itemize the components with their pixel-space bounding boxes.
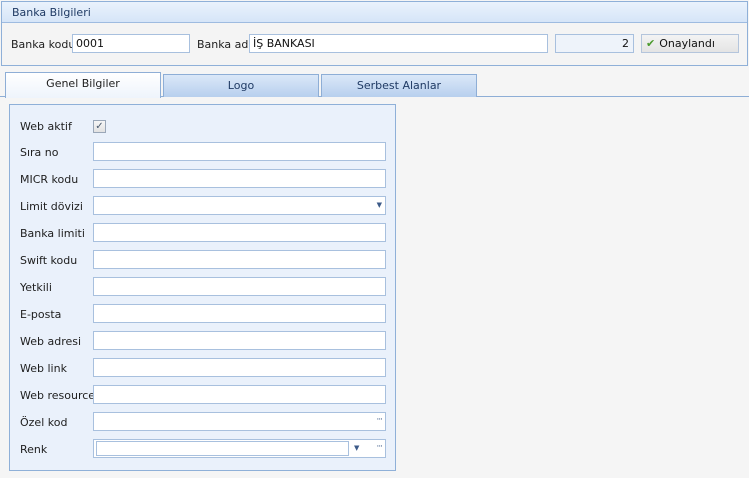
micr-input[interactable] (93, 169, 386, 188)
yetkili-input[interactable] (93, 277, 386, 296)
web-adresi-input[interactable] (93, 331, 386, 350)
record-count-field: 2 (555, 34, 634, 53)
checkmark-icon: ✔ (646, 37, 656, 50)
web-link-input[interactable] (93, 358, 386, 377)
bank-code-input[interactable]: 0001 (72, 34, 190, 53)
swift-input[interactable] (93, 250, 386, 269)
yetkili-label: Yetkili (20, 281, 52, 294)
web-aktif-checkbox[interactable]: ✓ (93, 120, 106, 133)
web-link-label: Web link (20, 362, 67, 375)
dropdown-arrow-icon[interactable]: ▼ (354, 444, 359, 452)
bank-name-label: Banka adı (197, 38, 252, 51)
sira-no-input[interactable] (93, 142, 386, 161)
tab-genel-bilgiler[interactable]: Genel Bilgiler (5, 72, 161, 98)
ellipsis-icon[interactable]: ··· (376, 442, 383, 452)
bank-info-group: Banka Bilgileri Banka kodu 0001 Banka ad… (1, 1, 748, 66)
bank-name-input[interactable]: İŞ BANKASI (249, 34, 548, 53)
tab-serbest-alanlar[interactable]: Serbest Alanlar (321, 74, 477, 97)
renk-label: Renk (20, 443, 48, 456)
web-aktif-label: Web aktif (20, 120, 72, 133)
micr-label: MICR kodu (20, 173, 79, 186)
ozel-kod-input[interactable]: ··· (93, 412, 386, 431)
approval-status-label: Onaylandı (659, 37, 715, 50)
color-value-box[interactable] (96, 441, 349, 456)
checkmark-icon: ✓ (95, 121, 104, 132)
renk-picker[interactable]: ▼ ··· (93, 439, 386, 458)
web-adresi-label: Web adresi (20, 335, 82, 348)
web-resource-label: Web resource (20, 389, 96, 402)
sira-no-label: Sıra no (20, 146, 59, 159)
group-title: Banka Bilgileri (2, 2, 747, 23)
bank-code-label: Banka kodu (11, 38, 76, 51)
banka-limiti-label: Banka limiti (20, 227, 85, 240)
web-resource-input[interactable] (93, 385, 386, 404)
approval-status-button[interactable]: ✔ Onaylandı (641, 34, 739, 53)
ozel-kod-label: Özel kod (20, 416, 68, 429)
swift-label: Swift kodu (20, 254, 78, 267)
ellipsis-icon[interactable]: ··· (376, 415, 383, 425)
dropdown-arrow-icon[interactable]: ▼ (377, 201, 382, 209)
tab-logo[interactable]: Logo (163, 74, 319, 97)
banka-limiti-input[interactable] (93, 223, 386, 242)
limit-doviz-label: Limit dövizi (20, 200, 83, 213)
eposta-label: E-posta (20, 308, 62, 321)
eposta-input[interactable] (93, 304, 386, 323)
general-info-panel: Web aktif ✓ Sıra no MICR kodu Limit dövi… (9, 104, 396, 471)
limit-doviz-select[interactable]: ▼ (93, 196, 386, 215)
